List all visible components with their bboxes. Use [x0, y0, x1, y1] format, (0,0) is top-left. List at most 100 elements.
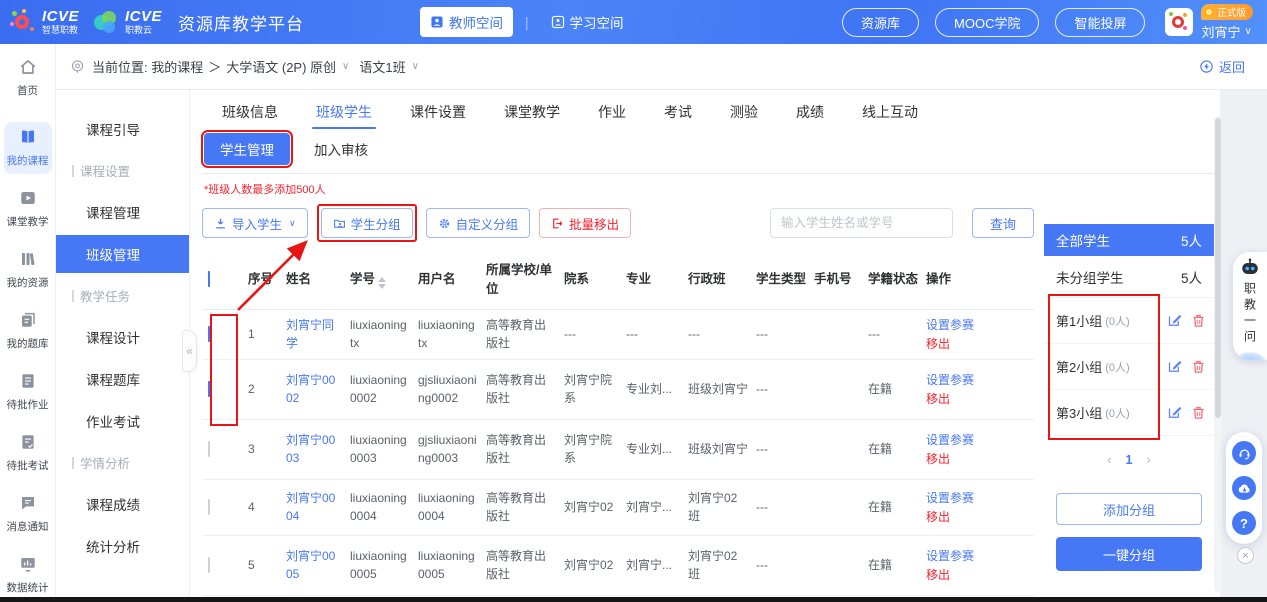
- set-contest-link[interactable]: 设置参赛: [926, 316, 990, 335]
- close-floating-icon[interactable]: ×: [1237, 547, 1254, 564]
- row-checkbox[interactable]: [208, 499, 210, 515]
- remove-link[interactable]: 移出: [926, 508, 990, 527]
- menu-item-课程引导[interactable]: 课程引导: [56, 110, 189, 148]
- breadcrumb-prefix: 当前位置: 我的课程: [92, 57, 203, 76]
- remove-link[interactable]: 移出: [926, 390, 990, 409]
- set-contest-link[interactable]: 设置参赛: [926, 489, 990, 508]
- remove-link[interactable]: 移出: [926, 335, 990, 354]
- row-checkbox[interactable]: [208, 441, 210, 457]
- page-prev-icon[interactable]: ‹: [1107, 452, 1111, 467]
- cell-major: 刘宵宁...: [626, 493, 680, 522]
- breadcrumb-class-select[interactable]: 语文1班: [359, 57, 405, 76]
- subtab-加入审核[interactable]: 加入审核: [298, 133, 384, 165]
- teacher-space-button[interactable]: 教师空间: [420, 7, 513, 37]
- cell-name[interactable]: 刘宵宁0003: [286, 426, 342, 473]
- assistant-tab[interactable]: 职教一问: [1233, 252, 1267, 360]
- user-dropdown-caret-icon[interactable]: ∨: [1245, 26, 1252, 37]
- space-separator: |: [525, 15, 529, 30]
- row-checkbox[interactable]: [208, 557, 210, 573]
- current-page[interactable]: 1: [1126, 453, 1133, 467]
- query-button[interactable]: 查询: [972, 208, 1034, 238]
- delete-group-icon[interactable]: [1191, 405, 1206, 420]
- tab-测验[interactable]: 测验: [726, 91, 762, 133]
- class-caret-icon[interactable]: ∨: [412, 61, 419, 72]
- group-item-第2小组[interactable]: 第2小组(0人): [1044, 344, 1214, 390]
- breadcrumb-course-select[interactable]: 大学语文 (2P) 原创: [226, 57, 336, 76]
- search-input[interactable]: [770, 208, 953, 238]
- edit-group-icon[interactable]: [1167, 359, 1182, 374]
- auto-group-button[interactable]: 一键分组: [1056, 537, 1202, 571]
- rail-item-home[interactable]: 首页: [4, 52, 52, 104]
- nav-pill-资源库[interactable]: 资源库: [842, 8, 919, 37]
- tab-班级信息[interactable]: 班级信息: [218, 91, 282, 133]
- batch-remove-button[interactable]: 批量移出: [539, 208, 631, 238]
- help-icon[interactable]: ?: [1232, 511, 1256, 535]
- select-all-checkbox[interactable]: [208, 271, 210, 287]
- all-students-row[interactable]: 全部学生 5人: [1044, 224, 1214, 256]
- student-space-button[interactable]: 学习空间: [541, 7, 634, 37]
- set-contest-link[interactable]: 设置参赛: [926, 547, 990, 566]
- sort-icon[interactable]: [378, 277, 386, 289]
- set-contest-link[interactable]: 设置参赛: [926, 431, 990, 450]
- delete-group-icon[interactable]: [1191, 359, 1206, 374]
- page-next-icon[interactable]: ›: [1146, 452, 1150, 467]
- rail-item-statistics[interactable]: 数据统计: [4, 549, 52, 601]
- scrollbar-thumb[interactable]: [1215, 118, 1221, 418]
- menu-item-课程题库[interactable]: 课程题库: [56, 360, 189, 398]
- remove-link[interactable]: 移出: [926, 450, 990, 469]
- tab-课堂教学[interactable]: 课堂教学: [500, 91, 564, 133]
- tab-线上互动[interactable]: 线上互动: [858, 91, 922, 133]
- tab-班级学生[interactable]: 班级学生: [312, 91, 376, 133]
- group-item-第1小组[interactable]: 第1小组(0人): [1044, 298, 1214, 344]
- menu-item-课程设计[interactable]: 课程设计: [56, 318, 189, 356]
- icve-swirl-logo-icon: [10, 9, 36, 35]
- tab-考试[interactable]: 考试: [660, 91, 696, 133]
- add-group-button[interactable]: 添加分组: [1056, 493, 1202, 525]
- tab-作业[interactable]: 作业: [594, 91, 630, 133]
- cell-name[interactable]: 刘宵宁0004: [286, 484, 342, 531]
- rail-item-classroom-teaching[interactable]: 课堂教学: [4, 183, 52, 235]
- delete-group-icon[interactable]: [1191, 313, 1206, 328]
- customer-service-icon[interactable]: [1232, 441, 1256, 465]
- import-students-button[interactable]: 导入学生∨: [202, 208, 308, 238]
- rail-item-my-courses[interactable]: 我的课程: [4, 122, 52, 174]
- row-checkbox[interactable]: [208, 381, 210, 397]
- cell-name[interactable]: 刘宵宁0005: [286, 542, 342, 589]
- custom-group-button[interactable]: 自定义分组: [426, 208, 531, 238]
- rail-item-pending-exam[interactable]: 待批考试: [4, 427, 52, 479]
- rail-item-message[interactable]: 消息通知: [4, 488, 52, 540]
- cell-no: 3: [248, 435, 278, 464]
- cell-dept: 刘宵宁02: [564, 493, 618, 522]
- row-checkbox[interactable]: [208, 326, 210, 342]
- cloud-download-icon[interactable]: [1232, 476, 1256, 500]
- cell-name[interactable]: 刘宵宁同学: [286, 311, 342, 358]
- nav-pill-MOOC学院[interactable]: MOOC学院: [935, 8, 1039, 37]
- group-item-第3小组[interactable]: 第3小组(0人): [1044, 390, 1214, 436]
- menu-item-课程管理[interactable]: 课程管理: [56, 193, 189, 231]
- ungrouped-students-row[interactable]: 未分组学生 5人: [1044, 256, 1214, 298]
- rail-item-pending-homework[interactable]: 待批作业: [4, 366, 52, 418]
- statistics-icon: [19, 555, 37, 573]
- edit-group-icon[interactable]: [1167, 313, 1182, 328]
- user-box[interactable]: 正式版 刘宵宁∨: [1165, 4, 1253, 41]
- tab-成绩[interactable]: 成绩: [792, 91, 828, 133]
- menu-item-作业考试[interactable]: 作业考试: [56, 402, 189, 440]
- collapse-sidebar-button[interactable]: «: [182, 330, 197, 372]
- rail-item-question-bank[interactable]: 我的题库: [4, 305, 52, 357]
- cell-dept: 刘宵宁院系: [564, 366, 618, 413]
- column-header-所属学校/单位: 所属学校/单位: [486, 255, 556, 303]
- cell-name[interactable]: 刘宵宁0002: [286, 366, 342, 413]
- course-caret-icon[interactable]: ∨: [342, 61, 349, 72]
- remove-link[interactable]: 移出: [926, 566, 990, 585]
- rail-item-my-resources[interactable]: 我的资源: [4, 244, 52, 296]
- set-contest-link[interactable]: 设置参赛: [926, 371, 990, 390]
- student-group-button[interactable]: 学生分组: [321, 208, 413, 238]
- tab-课件设置[interactable]: 课件设置: [406, 91, 470, 133]
- nav-pill-智能投屏[interactable]: 智能投屏: [1055, 8, 1145, 37]
- menu-item-统计分析[interactable]: 统计分析: [56, 527, 189, 565]
- subtab-学生管理[interactable]: 学生管理: [204, 133, 290, 165]
- menu-item-课程成绩[interactable]: 课程成绩: [56, 485, 189, 523]
- menu-item-班级管理[interactable]: 班级管理: [56, 235, 189, 273]
- edit-group-icon[interactable]: [1167, 405, 1182, 420]
- back-button[interactable]: 返回: [1199, 57, 1245, 76]
